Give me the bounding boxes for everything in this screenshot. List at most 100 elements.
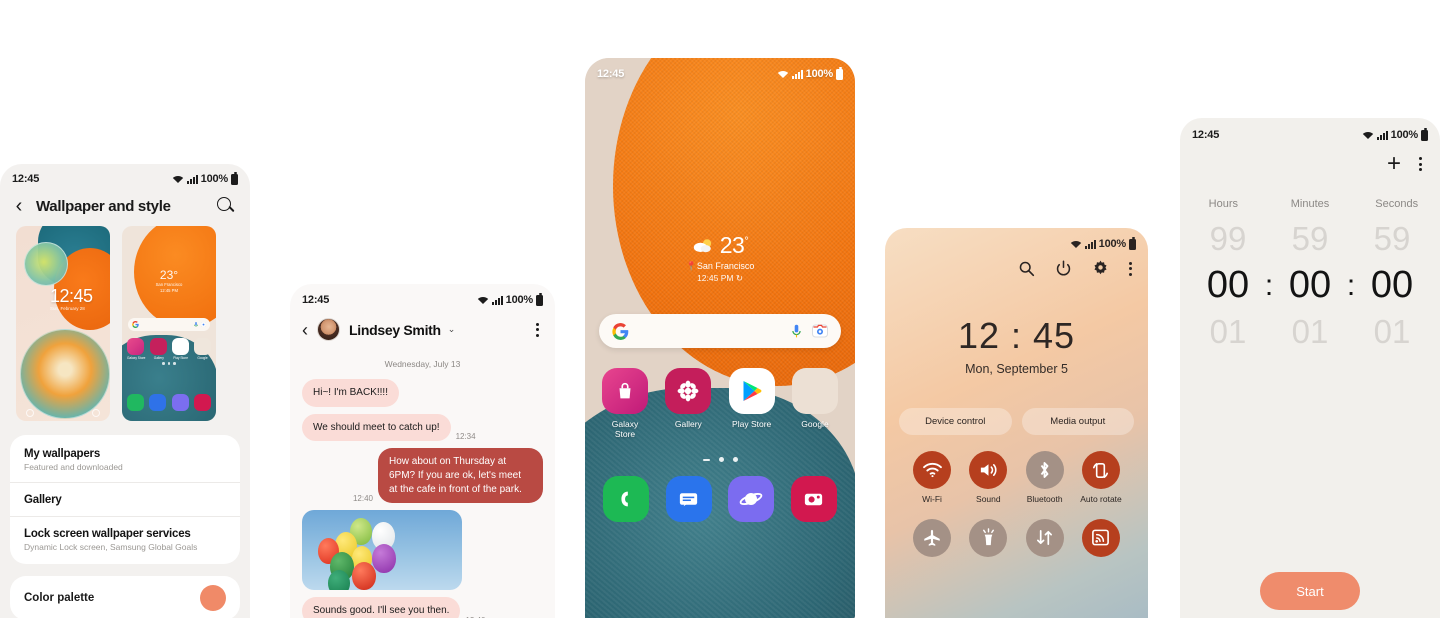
weather-main-row: 23° — [585, 232, 855, 259]
messages-icon[interactable] — [665, 476, 712, 522]
add-timer-icon[interactable]: + — [1387, 152, 1401, 176]
settings-gear-icon[interactable] — [1092, 260, 1109, 277]
app-label: Galaxy Store — [611, 419, 639, 439]
battery-percent: 100% — [505, 294, 534, 306]
timer-row-next[interactable]: 01 : 01 : 01 — [1180, 313, 1440, 351]
lock-screen-preview[interactable]: 12:45 Sun, February 28 — [16, 226, 110, 421]
back-chevron-icon[interactable]: ‹ — [10, 196, 28, 216]
toggle-auto-rotate[interactable]: Auto rotate — [1076, 451, 1126, 505]
status-indicators: 100% — [777, 66, 843, 80]
timer-row-previous[interactable]: 99 : 59 : 59 — [1180, 220, 1440, 258]
toggle-wifi[interactable]: Wi-Fi — [907, 451, 957, 505]
toggle-mobile-data[interactable] — [1020, 518, 1070, 562]
search-icon[interactable] — [216, 196, 236, 216]
preview-temp: 23° — [159, 268, 179, 282]
toggle-label: Auto rotate — [1080, 494, 1122, 504]
color-swatch[interactable] — [200, 585, 226, 611]
camera-icon[interactable] — [790, 476, 837, 522]
google-lens-icon[interactable] — [812, 323, 828, 339]
timer-row-selected[interactable]: 00 : 00 : 00 — [1180, 264, 1440, 307]
camera-icon — [193, 394, 211, 411]
art-dot-small — [24, 242, 68, 286]
avatar[interactable] — [317, 318, 340, 341]
mini-app-label: Google — [197, 356, 208, 360]
messages-conversation-screen: 12:45 100% ‹ Lindsey Smith ⌄ Wednesday, … — [290, 284, 555, 618]
date-separator: Wednesday, July 13 — [384, 359, 461, 369]
app-play-store[interactable]: Play Store — [728, 368, 776, 439]
toggle-smart-view[interactable] — [1076, 518, 1126, 562]
list-item-my-wallpapers[interactable]: My wallpapers Featured and downloaded — [10, 437, 240, 482]
app-galaxy-store[interactable]: Galaxy Store — [601, 368, 649, 439]
timer-picker[interactable]: 99 : 59 : 59 00 : 00 : 00 01 : 01 : 01 — [1180, 220, 1440, 351]
mini-app-label: Gallery — [153, 356, 164, 360]
app-label: Google — [801, 419, 829, 429]
airplane-mode-toggle-icon — [913, 518, 951, 557]
google-search-bar[interactable] — [599, 314, 841, 348]
message-timestamp: 12:34 — [455, 432, 476, 441]
message-bubble-incoming[interactable]: We should meet to catch up! — [302, 413, 451, 441]
phone-icon[interactable] — [603, 476, 649, 522]
toggle-label: Bluetooth — [1026, 494, 1063, 504]
phone-icon — [127, 394, 144, 411]
status-bar: 12:45 100% — [585, 58, 855, 84]
start-button[interactable]: Start — [1260, 572, 1360, 610]
balloons-photo[interactable] — [302, 510, 462, 591]
toggle-label: Sound — [976, 494, 1001, 504]
weather-widget[interactable]: 23° 📍San Francisco 12:45 PM ↻ — [585, 232, 855, 284]
toggle-flashlight[interactable] — [963, 518, 1013, 562]
wallpaper-previews: 12:45 Sun, February 28 23° San Francisco… — [0, 226, 250, 421]
separator: : — [1264, 268, 1274, 302]
toggle-bluetooth[interactable]: Bluetooth — [1020, 451, 1070, 505]
play-store-icon — [728, 368, 775, 414]
list-item-color-palette[interactable]: Color palette — [10, 576, 240, 618]
toggle-sound[interactable]: Sound — [963, 451, 1013, 505]
hours-value: 00 — [1206, 264, 1250, 306]
signal-icon — [1376, 130, 1388, 140]
column-header-seconds: Seconds — [1375, 198, 1419, 210]
back-chevron-icon[interactable]: ‹ — [302, 321, 308, 339]
sound-toggle-icon — [969, 451, 1008, 489]
preview-page-dots — [122, 362, 216, 365]
list-item-gallery[interactable]: Gallery — [10, 482, 240, 516]
more-options-icon[interactable] — [1129, 261, 1132, 276]
message-bubble-outgoing[interactable]: How about on Thursday at 6PM? If you are… — [378, 448, 543, 504]
list-item-subtitle: Featured and downloaded — [24, 462, 123, 472]
toggle-airplane-mode[interactable] — [907, 518, 957, 562]
auto-rotate-toggle-icon — [1081, 451, 1120, 489]
media-output-button[interactable]: Media output — [1021, 408, 1134, 435]
list-item-lock-screen-services[interactable]: Lock screen wallpaper services Dynamic L… — [10, 516, 240, 562]
app-gallery[interactable]: Gallery — [664, 368, 712, 439]
google-lens-icon — [201, 321, 206, 327]
power-icon[interactable] — [1055, 260, 1072, 277]
battery-percent: 100% — [200, 173, 229, 185]
signal-icon — [791, 69, 803, 79]
status-bar: 12:45 100% — [1180, 118, 1440, 146]
battery-icon — [836, 66, 843, 80]
wallpaper-options-card: My wallpapers Featured and downloaded Ga… — [10, 435, 240, 564]
seconds-next-value: 01 — [1373, 313, 1411, 350]
google-g-icon — [132, 321, 139, 328]
more-options-icon[interactable] — [536, 322, 541, 337]
timer-toolbar: + — [1180, 146, 1440, 176]
status-time: 12:45 — [12, 173, 40, 185]
battery-percent: 100% — [805, 68, 834, 80]
message-row: 12:40 How about on Thursday at 6PM? If y… — [302, 448, 543, 504]
message-bubble-incoming[interactable]: Hi~! I'm BACK!!!! — [302, 379, 399, 407]
status-time: 12:45 — [1192, 129, 1220, 141]
mini-app-label: Play Store — [173, 356, 188, 360]
internet-icon[interactable] — [728, 476, 775, 522]
app-folder-google[interactable]: Google — [791, 368, 839, 439]
dock — [585, 462, 855, 522]
contact-name: Lindsey Smith — [349, 321, 441, 338]
search-icon[interactable] — [1018, 260, 1035, 277]
art-dot-big — [20, 329, 110, 419]
separator: : — [1346, 268, 1356, 302]
home-screen-preview[interactable]: 23° San Francisco 12:45 PM Galaxy Store … — [122, 226, 216, 421]
microphone-icon[interactable] — [792, 324, 801, 339]
more-options-icon[interactable] — [1419, 157, 1422, 171]
chevron-down-icon[interactable]: ⌄ — [448, 324, 456, 335]
hours-next-value: 01 — [1209, 313, 1247, 350]
message-bubble-incoming[interactable]: Sounds good. I'll see you then. — [302, 597, 461, 618]
device-control-button[interactable]: Device control — [899, 408, 1012, 435]
internet-icon — [171, 394, 189, 411]
